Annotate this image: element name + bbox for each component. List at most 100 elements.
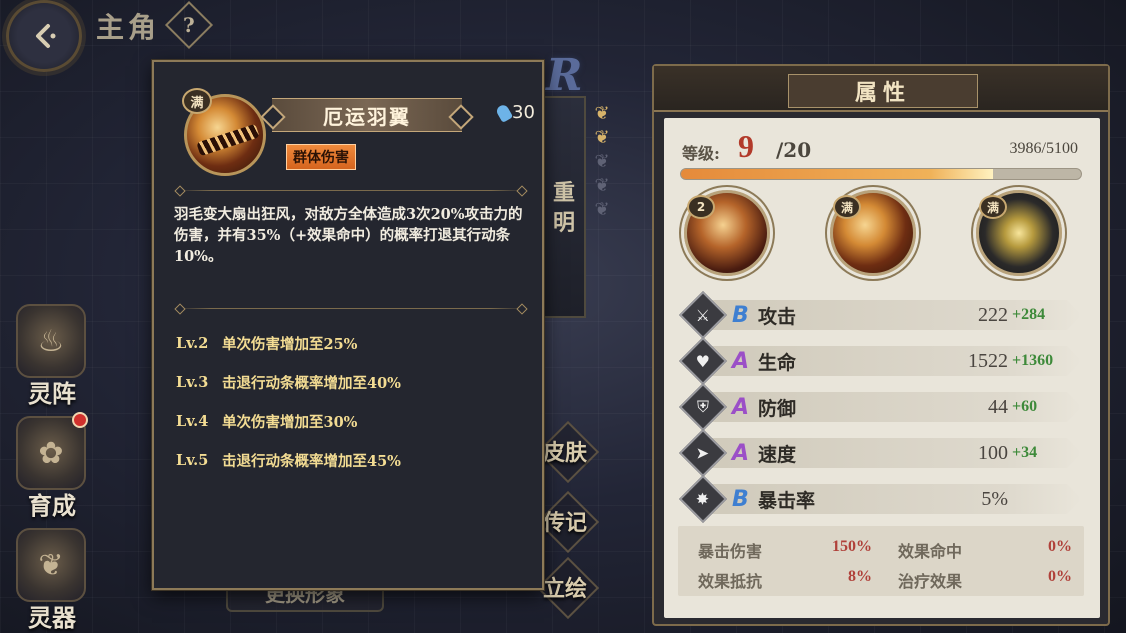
star-rating: ❦ ❦ ❦ ❦ ❦ [590, 102, 614, 222]
skill-description: 羽毛变大扇出狂风，对敌方全体造成3次20%攻击力的伤害，并有35%（+效果命中）… [174, 206, 523, 265]
level-max: /20 [776, 138, 812, 162]
skill-level-row: Lv.5 击退行动条概率增加至45% [176, 441, 536, 480]
side-item-label: 灵阵 [28, 379, 76, 408]
skill-1-icon[interactable]: 2 [684, 190, 770, 276]
stat-bonus: +1360 [1012, 352, 1054, 369]
portrait-button[interactable]: 立绘 [540, 564, 590, 610]
side-item-formation[interactable]: ♨ 灵阵 [10, 300, 94, 412]
level-effect: 击退行动条概率增加至40% [222, 375, 401, 392]
attribute-title: 属性 [788, 74, 978, 108]
stat-name: 生命 [758, 351, 797, 374]
stat-bonus: +284 [1012, 306, 1046, 323]
butterfly-icon: ❦ [594, 199, 610, 220]
stat-bonus: +60 [1012, 398, 1038, 415]
skill-cost: 30 [494, 102, 535, 123]
stat-grade: A [732, 348, 750, 374]
butterfly-icon: ❦ [594, 103, 610, 124]
biography-button[interactable]: 传记 [540, 498, 590, 544]
sub-stat-healing: 治疗效果 0% [898, 568, 1072, 591]
sub-stat-effect-resist: 效果抵抗 8% [698, 568, 872, 591]
flame-formation-icon: ♨ [16, 304, 86, 378]
side-nav: ♨ 灵阵 ✿ 育成 ❦ 灵器 [10, 300, 94, 633]
side-item-artifact[interactable]: ❦ 灵器 [10, 524, 94, 633]
skill-level-row: Lv.3 击退行动条概率增加至40% [176, 363, 536, 402]
level-label: Lv.3 [176, 374, 209, 391]
secondary-stats: 暴击伤害 150% 效果命中 0% 效果抵抗 8% 治疗效果 0% [678, 526, 1084, 596]
stat-row-attack: ⚔ B 攻击 222 +284 [674, 290, 1094, 340]
stat-name: 防御 [758, 397, 797, 420]
defense-icon: ⛨ [678, 382, 728, 432]
stat-base: 5% [981, 487, 1008, 510]
skill-2-icon[interactable]: 满 [830, 190, 916, 276]
crit-rate-icon: ✸ [678, 474, 728, 524]
level-effect: 单次伤害增加至30% [222, 414, 358, 431]
max-level-badge: 满 [182, 88, 212, 114]
lotus-artifact-icon: ❦ [16, 528, 86, 602]
stat-grade: B [732, 486, 749, 512]
stat-row-defense: ⛨ A 防御 44 +60 [674, 382, 1094, 432]
butterfly-icon: ❦ [594, 151, 610, 172]
page-title: 主角 [96, 11, 161, 44]
attribute-header: 属性 [654, 66, 1108, 112]
stat-row-health: ♥ A 生命 1522 +1360 [674, 336, 1094, 386]
attack-icon: ⚔ [678, 290, 728, 340]
level-value: 9 [738, 128, 754, 164]
rarity-badge: R [546, 50, 583, 101]
health-icon: ♥ [678, 336, 728, 386]
attribute-body: 等级: 9 /20 3986/5100 2 满 满 ⚔ B 攻击 222 +28… [664, 118, 1100, 618]
attribute-panel: 属性 等级: 9 /20 3986/5100 2 满 满 ⚔ B 攻击 222 [652, 64, 1110, 626]
stat-bonus: +34 [1012, 444, 1038, 461]
back-arrow-icon [36, 24, 56, 48]
feather-cost-icon [494, 102, 514, 123]
butterfly-icon: ❦ [594, 127, 610, 148]
stat-grade: B [732, 302, 749, 328]
stat-name: 暴击率 [758, 489, 816, 512]
butterfly-icon: ❦ [594, 175, 610, 196]
sub-stat-effect-hit: 效果命中 0% [898, 538, 1072, 561]
level-label: Lv.5 [176, 452, 209, 469]
level-label: Lv.2 [176, 335, 209, 352]
skill-icon-frame: 满 [182, 88, 266, 176]
skill-level-row: Lv.2 单次伤害增加至25% [176, 324, 536, 363]
question-icon: ? [183, 13, 195, 37]
skill-detail-popup: 满 厄运羽翼 30 群体伤害 羽毛变大扇出狂风，对敌方全体造成3次20%攻击力的… [152, 60, 544, 590]
divider [176, 190, 526, 191]
stat-base: 44 [988, 395, 1008, 418]
stat-list: ⚔ B 攻击 222 +284 ♥ A 生命 1522 +1360 ⛨ A 防御… [674, 290, 1094, 524]
side-item-growth[interactable]: ✿ 育成 [10, 412, 94, 524]
skill-level-list: Lv.2 单次伤害增加至25% Lv.3 击退行动条概率增加至40% Lv.4 … [176, 324, 536, 480]
stat-base: 222 [978, 303, 1008, 326]
level-effect: 单次伤害增加至25% [222, 336, 358, 353]
back-button[interactable] [6, 0, 82, 72]
skill-level-badge: 满 [833, 195, 861, 219]
skill-level-badge: 满 [979, 195, 1007, 219]
stat-grade: A [732, 440, 750, 466]
help-button[interactable]: ? [164, 0, 214, 50]
exp-bar [680, 168, 1082, 180]
skill-3-icon[interactable]: 满 [976, 190, 1062, 276]
stat-grade: A [732, 394, 750, 420]
stat-name: 速度 [758, 443, 797, 466]
stat-row-crit-rate: ✸ B 暴击率 5% [674, 474, 1094, 524]
stat-name: 攻击 [758, 305, 797, 328]
top-bar: 主角 ? [0, 0, 260, 72]
skill-level-badge: 2 [687, 195, 715, 219]
side-item-label: 育成 [28, 491, 76, 520]
character-name-banner: 重明 [540, 96, 586, 318]
character-name: 重明 [552, 180, 575, 236]
notification-dot [72, 412, 88, 428]
skill-cost-value: 30 [512, 102, 535, 123]
level-effect: 击退行动条概率增加至45% [222, 453, 401, 470]
sub-stat-crit-damage: 暴击伤害 150% [698, 538, 872, 561]
stat-base: 1522 [968, 349, 1008, 372]
skill-type-tag: 群体伤害 [286, 144, 356, 170]
stat-row-speed: ➤ A 速度 100 +34 [674, 428, 1094, 478]
skill-name: 厄运羽翼 [272, 98, 462, 132]
stat-base: 100 [978, 441, 1008, 464]
divider [176, 308, 526, 309]
skill-slots: 2 满 满 [684, 190, 1084, 282]
skin-button[interactable]: 皮肤 [540, 428, 590, 474]
level-label: Lv.4 [176, 413, 209, 430]
exp-bar-fill [681, 169, 993, 179]
skill-level-row: Lv.4 单次伤害增加至30% [176, 402, 536, 441]
